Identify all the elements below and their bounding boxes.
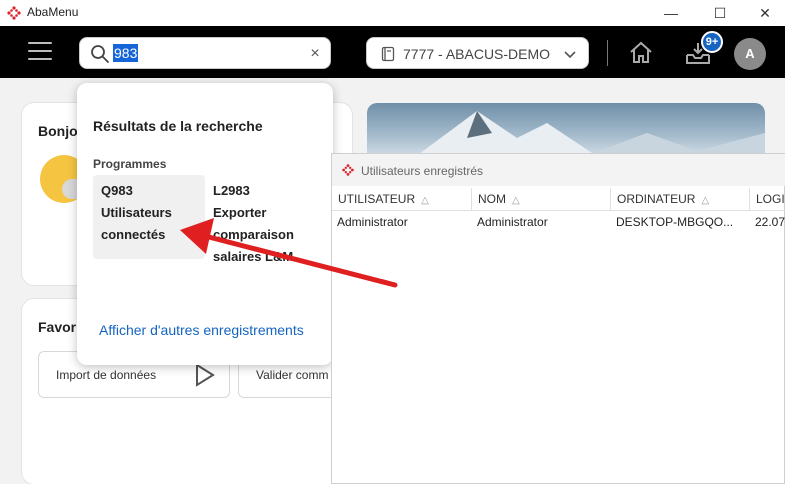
table-cell: DESKTOP-MBGQO... — [616, 215, 734, 229]
column-header-user[interactable]: UTILISATEUR △ — [332, 188, 472, 211]
abacus-logo-icon — [342, 164, 354, 176]
sort-up-icon: △ — [701, 195, 710, 206]
table-cell: Administrator — [477, 215, 548, 229]
avatar[interactable]: A — [734, 38, 766, 70]
result-label-line: connectés — [101, 227, 166, 242]
result-label-line: salaires L&M — [213, 249, 294, 264]
registered-users-window: Utilisateurs enregistrés UTILISATEUR △ NO… — [331, 153, 785, 484]
maximize-button[interactable]: ☐ — [697, 0, 743, 26]
users-window-title: Utilisateurs enregistrés — [361, 164, 484, 178]
search-results-title: Résultats de la recherche — [93, 118, 263, 134]
column-header-computer[interactable]: ORDINATEUR △ — [611, 188, 750, 211]
play-icon[interactable] — [191, 362, 217, 388]
search-input[interactable]: 983 — [113, 44, 139, 62]
column-header-label: NOM — [478, 192, 506, 206]
search-box[interactable]: 983 × — [79, 37, 331, 69]
notification-badge: 9+ — [701, 31, 723, 53]
window-title: AbaMenu — [27, 5, 79, 19]
search-results-dropdown: Résultats de la recherche Programmes Q98… — [77, 83, 333, 365]
minimize-button[interactable]: — — [648, 0, 694, 26]
tenant-selector[interactable]: 7777 - ABACUS-DEMO — [366, 37, 589, 69]
app-bar: 983 × 7777 - ABACUS-DEMO 9+ A — [0, 26, 785, 78]
close-button[interactable]: ✕ — [742, 0, 785, 26]
menu-icon[interactable] — [28, 42, 52, 62]
favorites-title: Favori — [38, 319, 81, 335]
book-icon — [381, 46, 395, 62]
result-label-line: Utilisateurs — [101, 205, 172, 220]
sort-up-icon: △ — [512, 195, 520, 206]
column-header-label: UTILISATEUR — [338, 192, 416, 206]
abacus-logo-icon — [7, 6, 21, 20]
clear-search-icon[interactable]: × — [305, 44, 325, 64]
show-more-results-link[interactable]: Afficher d'autres enregistrements — [99, 322, 304, 338]
search-results-section: Programmes — [93, 157, 167, 171]
column-header-name[interactable]: NOM △ — [472, 188, 611, 211]
table-row[interactable]: Administrator Administrator DESKTOP-MBGQ… — [332, 211, 785, 233]
tenant-label: 7777 - ABACUS-DEMO — [403, 46, 551, 62]
column-header-label: LOGIN — [756, 192, 785, 206]
search-icon — [91, 45, 109, 63]
home-icon[interactable] — [628, 40, 654, 66]
favorite-tile-label: Import de données — [56, 368, 157, 382]
table-cell: 22.07 — [755, 215, 785, 229]
result-label-line: Exporter — [213, 205, 267, 220]
result-code: L2983 — [213, 183, 250, 198]
chevron-down-icon — [564, 51, 576, 59]
column-header-label: ORDINATEUR — [617, 192, 696, 206]
toolbar-divider — [607, 40, 608, 66]
sort-up-icon: △ — [421, 195, 429, 206]
search-result-l2983[interactable]: L2983 Exporter comparaison salaires L&M — [205, 175, 330, 275]
search-result-q983[interactable]: Q983 Utilisateurs connectés — [93, 175, 205, 259]
window-titlebar: AbaMenu — ☐ ✕ — [0, 0, 785, 26]
table-cell: Administrator — [337, 215, 408, 229]
column-header-login[interactable]: LOGIN — [750, 188, 785, 211]
result-code: Q983 — [101, 183, 133, 198]
favorite-tile-label: Valider comm — [256, 368, 329, 382]
table-header: UTILISATEUR △ NOM △ ORDINATEUR △ LOGIN — [332, 188, 785, 211]
result-label-line: comparaison — [213, 227, 294, 242]
users-window-titlebar[interactable]: Utilisateurs enregistrés — [332, 154, 785, 186]
